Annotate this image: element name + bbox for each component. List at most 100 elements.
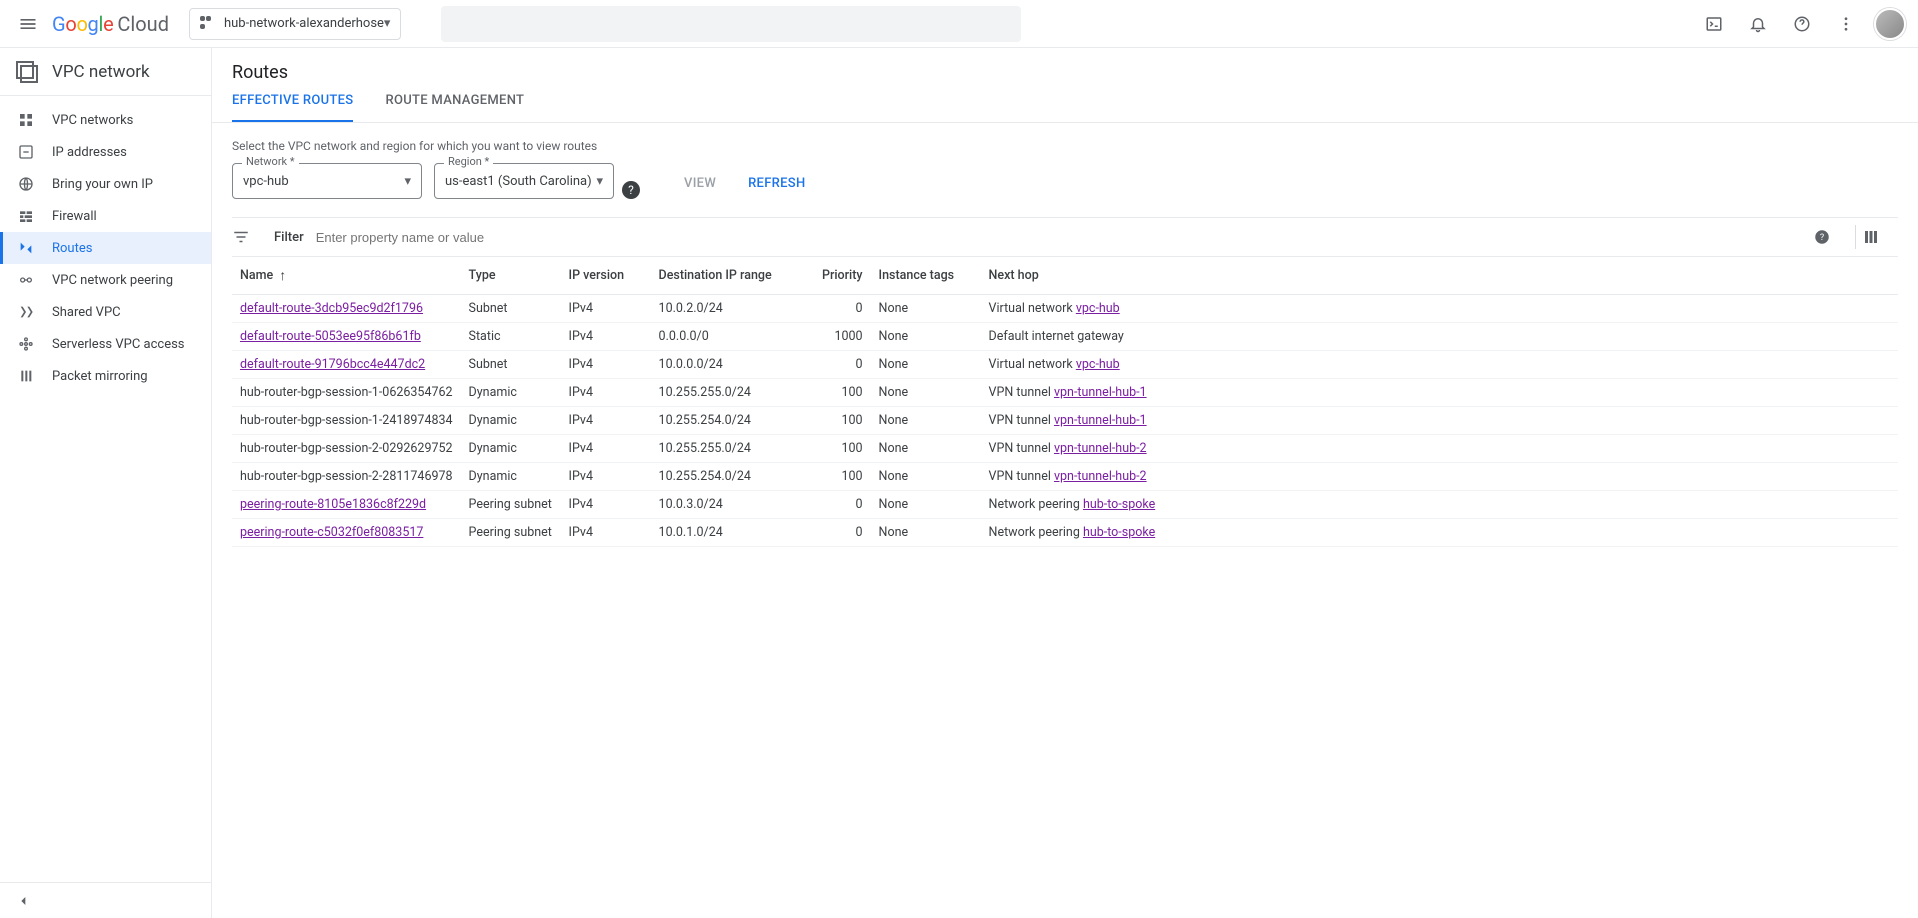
firewall-icon (16, 206, 36, 226)
cell-next-hop: VPN tunnel vpn-tunnel-hub-1 (981, 407, 1898, 435)
sidebar-item-serverless-vpc-access[interactable]: Serverless VPC access (0, 328, 211, 360)
col-name[interactable]: Name↑ (232, 257, 461, 295)
shell: VPC network VPC networks IP addresses Brin… (0, 48, 1918, 918)
cell-priority: 100 (811, 435, 871, 463)
chevron-down-icon: ▾ (404, 174, 411, 189)
shared-icon (16, 302, 36, 322)
cell-ip-version: IPv4 (561, 295, 651, 323)
col-next-hop[interactable]: Next hop (981, 257, 1898, 295)
sidebar-item-label: Firewall (52, 209, 97, 224)
serverless-icon (16, 334, 36, 354)
route-name-link[interactable]: default-route-5053ee95f86b61fb (240, 329, 421, 344)
cell-instance-tags: None (871, 491, 981, 519)
cell-ip-version: IPv4 (561, 435, 651, 463)
next-hop-link[interactable]: vpn-tunnel-hub-1 (1054, 413, 1147, 428)
region-help-icon[interactable]: ? (622, 181, 640, 199)
logo-product: Cloud (117, 12, 169, 36)
route-name-link[interactable]: peering-route-c5032f0ef8083517 (240, 525, 423, 540)
cell-destination: 10.255.254.0/24 (651, 407, 811, 435)
sidebar-item-label: IP addresses (52, 145, 127, 160)
help-button[interactable] (1782, 4, 1822, 44)
sidebar-item-packet-mirroring[interactable]: Packet mirroring (0, 360, 211, 392)
cell-destination: 10.255.255.0/24 (651, 379, 811, 407)
sidebar-item-label: Packet mirroring (52, 369, 148, 384)
next-hop-link[interactable]: vpc-hub (1076, 301, 1120, 316)
filter-label: Filter (274, 230, 304, 245)
region-select-value: us-east1 (South Carolina) (445, 174, 592, 189)
cell-ip-version: IPv4 (561, 323, 651, 351)
sidebar-item-vpc-network-peering[interactable]: VPC network peering (0, 264, 211, 296)
filter-input[interactable] (314, 229, 1813, 246)
col-priority[interactable]: Priority (811, 257, 871, 295)
next-hop-link[interactable]: hub-to-spoke (1083, 525, 1155, 540)
next-hop-link[interactable]: vpn-tunnel-hub-2 (1054, 441, 1147, 456)
table-header-row: Name↑ Type IP version Destination IP ran… (232, 257, 1898, 295)
network-select-value: vpc-hub (243, 174, 289, 189)
cell-instance-tags: None (871, 407, 981, 435)
page-tabs: EFFECTIVE ROUTES ROUTE MANAGEMENT (212, 93, 1918, 123)
cell-priority: 100 (811, 379, 871, 407)
filter-help-icon[interactable]: ? (1813, 228, 1849, 246)
more-options-button[interactable] (1826, 4, 1866, 44)
cell-type: Dynamic (461, 379, 561, 407)
sidebar-item-bring-your-own-ip[interactable]: Bring your own IP (0, 168, 211, 200)
cell-type: Static (461, 323, 561, 351)
account-avatar[interactable] (1874, 8, 1906, 40)
route-name-link[interactable]: peering-route-8105e1836c8f229d (240, 497, 426, 512)
cell-instance-tags: None (871, 379, 981, 407)
route-name-link[interactable]: default-route-3dcb95ec9d2f1796 (240, 301, 423, 316)
routes-table: Name↑ Type IP version Destination IP ran… (232, 257, 1898, 547)
sidebar-item-firewall[interactable]: Firewall (0, 200, 211, 232)
view-button[interactable]: VIEW (674, 168, 726, 199)
cell-instance-tags: None (871, 519, 981, 547)
sidebar-item-label: VPC networks (52, 113, 133, 128)
sidebar-item-routes[interactable]: Routes (0, 232, 211, 264)
cell-next-hop: Default internet gateway (981, 323, 1898, 351)
tab-effective-routes[interactable]: EFFECTIVE ROUTES (232, 93, 353, 122)
cell-destination: 0.0.0.0/0 (651, 323, 811, 351)
col-destination[interactable]: Destination IP range (651, 257, 811, 295)
selectors-row: Network * vpc-hub ▾ Region * us-east1 (S… (232, 163, 1898, 199)
next-hop-link[interactable]: hub-to-spoke (1083, 497, 1155, 512)
cell-priority: 0 (811, 519, 871, 547)
ip-icon (16, 142, 36, 162)
cloud-shell-button[interactable] (1694, 4, 1734, 44)
network-select[interactable]: Network * vpc-hub ▾ (232, 163, 422, 199)
sidebar-title: VPC network (0, 48, 211, 96)
cell-priority: 100 (811, 463, 871, 491)
next-hop-link[interactable]: vpc-hub (1076, 357, 1120, 372)
chevron-down-icon: ▾ (596, 174, 603, 189)
sidebar-item-shared-vpc[interactable]: Shared VPC (0, 296, 211, 328)
sidebar-item-ip-addresses[interactable]: IP addresses (0, 136, 211, 168)
project-picker[interactable]: hub-network-alexanderhose ▾ (189, 8, 401, 40)
cell-next-hop: VPN tunnel vpn-tunnel-hub-2 (981, 435, 1898, 463)
refresh-button[interactable]: REFRESH (738, 168, 815, 199)
cell-instance-tags: None (871, 435, 981, 463)
bell-icon (1749, 15, 1767, 33)
collapse-sidebar-button[interactable] (0, 882, 211, 918)
cell-destination: 10.0.3.0/24 (651, 491, 811, 519)
col-instance-tags[interactable]: Instance tags (871, 257, 981, 295)
helper-text: Select the VPC network and region for wh… (232, 139, 1898, 153)
route-name-link[interactable]: default-route-91796bcc4e447dc2 (240, 357, 425, 372)
table-row: default-route-91796bcc4e447dc2SubnetIPv4… (232, 351, 1898, 379)
google-cloud-logo[interactable]: Google Cloud (52, 12, 169, 36)
col-type[interactable]: Type (461, 257, 561, 295)
sidebar-item-vpc-networks[interactable]: VPC networks (0, 104, 211, 136)
peering-icon (16, 270, 36, 290)
sidebar-title-text: VPC network (52, 62, 150, 82)
cell-type: Subnet (461, 295, 561, 323)
hamburger-menu-button[interactable] (8, 4, 48, 44)
cell-name: default-route-3dcb95ec9d2f1796 (232, 295, 461, 323)
col-ip-version[interactable]: IP version (561, 257, 651, 295)
global-search-input[interactable] (441, 6, 1021, 42)
column-display-options-button[interactable] (1862, 228, 1898, 246)
next-hop-link[interactable]: vpn-tunnel-hub-2 (1054, 469, 1147, 484)
tab-route-management[interactable]: ROUTE MANAGEMENT (385, 93, 524, 122)
terminal-icon (1705, 15, 1723, 33)
next-hop-link[interactable]: vpn-tunnel-hub-1 (1054, 385, 1147, 400)
cell-next-hop: VPN tunnel vpn-tunnel-hub-2 (981, 463, 1898, 491)
cell-type: Subnet (461, 351, 561, 379)
region-select[interactable]: Region * us-east1 (South Carolina) ▾ (434, 163, 614, 199)
notifications-button[interactable] (1738, 4, 1778, 44)
